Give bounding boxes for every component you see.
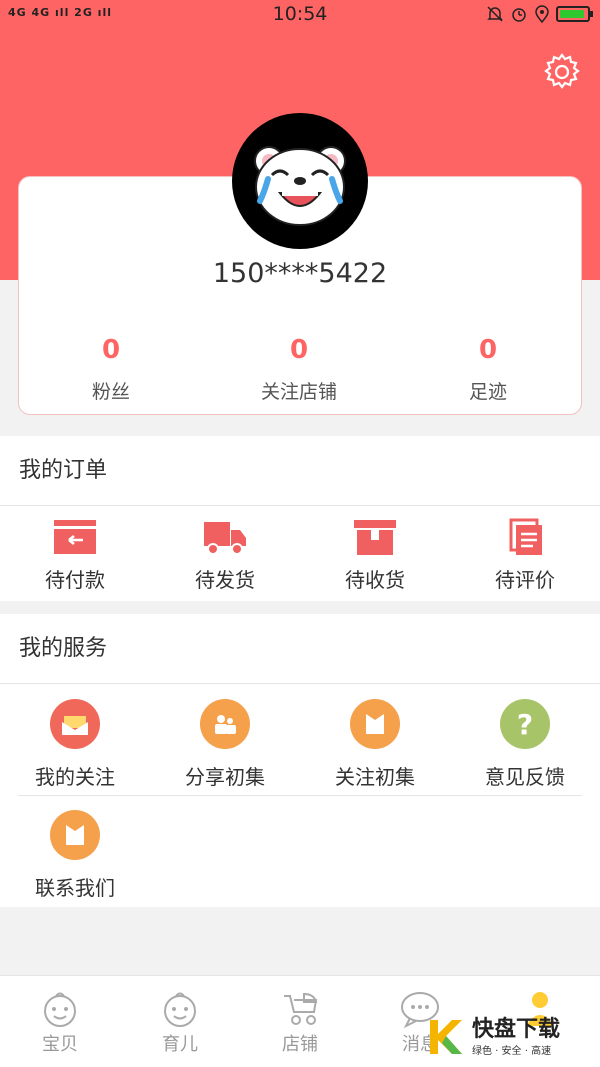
bear-avatar-icon — [254, 146, 346, 226]
services-title: 我的服务 — [0, 614, 600, 684]
service-my-follows[interactable]: 我的关注 — [0, 699, 150, 790]
order-label: 待评价 — [495, 568, 555, 592]
baby-face-icon — [44, 992, 76, 1027]
watermark-brand: 快盘下载 — [472, 1016, 561, 1042]
envelope-icon — [350, 699, 400, 749]
wallet-icon — [54, 520, 96, 554]
status-icons — [486, 5, 593, 23]
document-icon — [509, 518, 542, 555]
order-label: 待发货 — [195, 568, 255, 592]
order-label: 待收货 — [345, 568, 405, 592]
gear-icon[interactable] — [542, 52, 582, 92]
watermark-tagline: 绿色 · 安全 · 高速 — [472, 1045, 552, 1057]
service-label: 联系我们 — [35, 876, 115, 900]
service-share[interactable]: 分享初集 — [150, 699, 300, 790]
truck-icon — [204, 522, 246, 555]
order-pending-review[interactable]: 待评价 — [450, 518, 600, 593]
order-pending-receipt[interactable]: 待收货 — [300, 518, 450, 593]
box-icon — [354, 520, 396, 555]
order-label: 待付款 — [45, 568, 105, 592]
stat-footprints[interactable]: 0 足迹 — [398, 335, 578, 404]
service-contact-us[interactable]: 联系我们 — [0, 810, 150, 901]
orders-section: 我的订单 待付款 待发货 待收货 待评价 — [0, 436, 600, 601]
mail-icon — [50, 699, 100, 749]
stat-value: 0 — [478, 335, 498, 365]
avatar[interactable] — [232, 113, 368, 249]
stat-followed-shops[interactable]: 0 关注店铺 — [209, 335, 389, 404]
baby-face-icon — [164, 992, 196, 1027]
location-icon — [535, 5, 549, 23]
tab-label: 育儿 — [162, 1034, 198, 1055]
service-feedback[interactable]: ? 意见反馈 — [450, 699, 600, 790]
stat-fans[interactable]: 0 粉丝 — [21, 335, 201, 404]
envelope-icon — [50, 810, 100, 860]
phone-number: 150****5422 — [212, 258, 388, 289]
stat-label: 足迹 — [468, 381, 507, 403]
orders-title[interactable]: 我的订单 — [0, 436, 600, 506]
service-label: 意见反馈 — [485, 765, 565, 789]
tab-label: 宝贝 — [42, 1034, 78, 1055]
services-section: 我的服务 我的关注 分享初集 关注初集 ? 意见反馈 联系我们 — [0, 614, 600, 907]
tab-shop[interactable]: 店铺 — [240, 990, 360, 1056]
k-logo-icon — [426, 1016, 468, 1058]
mute-bell-icon — [487, 6, 503, 22]
divider — [18, 795, 582, 796]
tab-parenting[interactable]: 育儿 — [120, 990, 240, 1056]
status-bar: 4G 4G ıll 2G ıll 10:54 — [0, 0, 600, 30]
stat-label: 关注店铺 — [260, 381, 337, 403]
stat-value: 0 — [101, 335, 121, 365]
stat-label: 粉丝 — [91, 381, 130, 403]
tab-label: 店铺 — [282, 1034, 318, 1055]
battery-icon — [556, 6, 593, 22]
stat-value: 0 — [289, 335, 309, 365]
stroller-icon — [284, 992, 318, 1025]
people-icon — [200, 699, 250, 749]
service-label: 分享初集 — [185, 765, 265, 789]
order-pending-shipment[interactable]: 待发货 — [150, 518, 300, 593]
order-pending-payment[interactable]: 待付款 — [0, 518, 150, 593]
service-label: 我的关注 — [35, 765, 115, 789]
watermark-logo: 快盘下载 绿色 · 安全 · 高速 — [426, 1014, 594, 1060]
tab-baby[interactable]: 宝贝 — [0, 990, 120, 1056]
service-follow[interactable]: 关注初集 — [300, 699, 450, 790]
service-label: 关注初集 — [335, 765, 415, 789]
alarm-icon — [512, 8, 526, 22]
question-icon: ? — [500, 699, 550, 749]
